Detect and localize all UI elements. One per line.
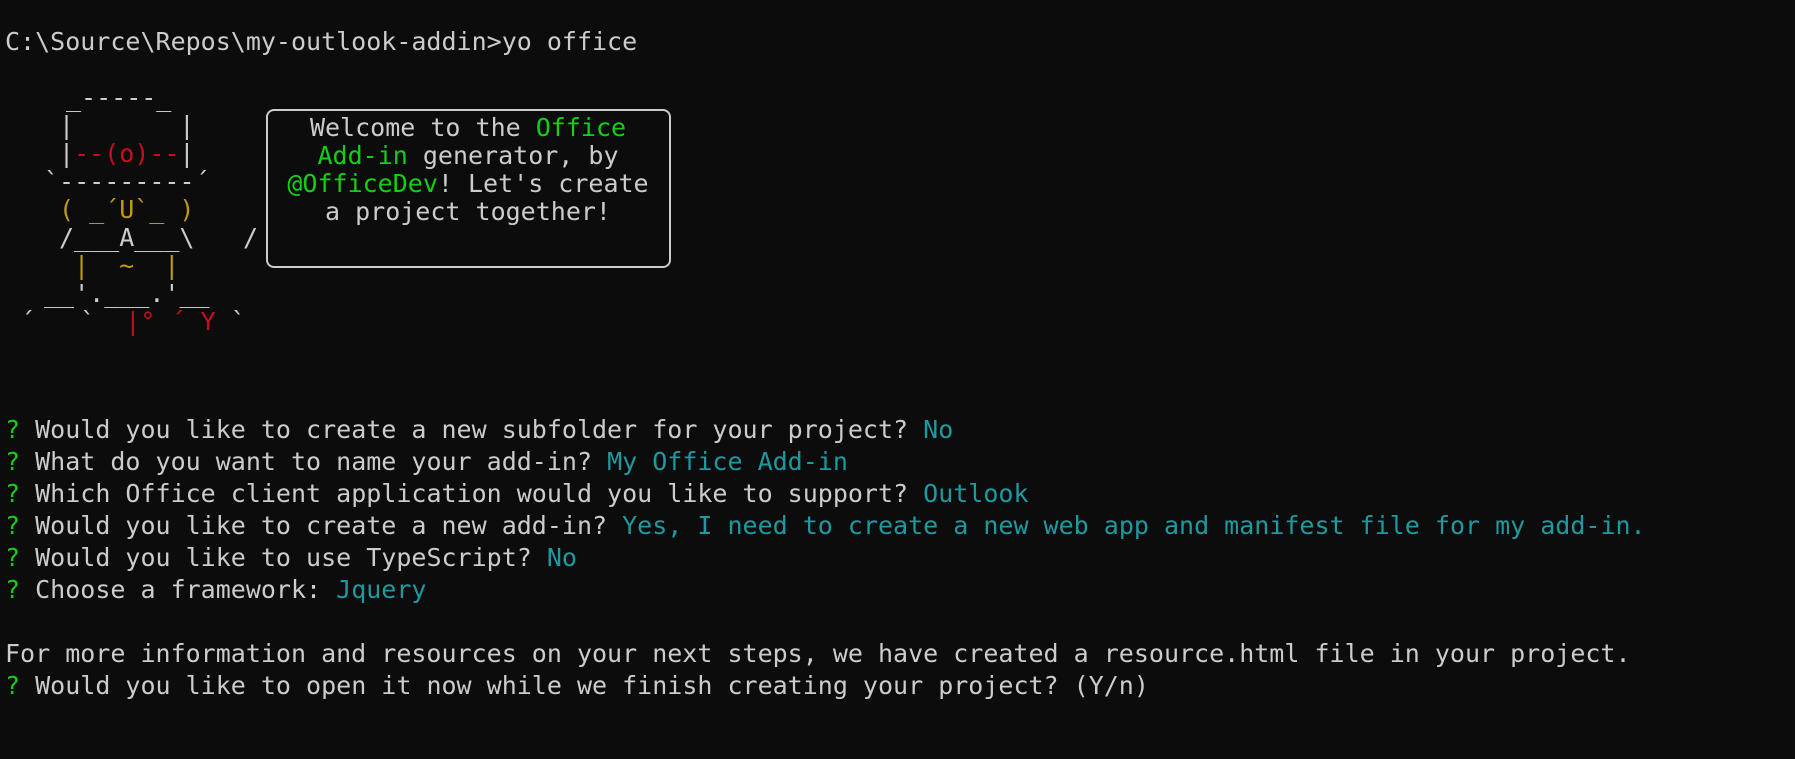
question-client-app: ? Which Office client application would … — [5, 479, 1029, 508]
question-framework: ? Choose a framework: Jquery — [5, 575, 427, 604]
answer-typescript: No — [546, 543, 577, 572]
window-edge — [1795, 0, 1801, 759]
answer-framework: Jquery — [336, 575, 427, 604]
command-prompt-line: C:\Source\Repos\my-outlook-addin>yo offi… — [5, 26, 637, 58]
question-addin-name: ? What do you want to name your add-in? … — [5, 447, 848, 476]
question-new-addin: ? Would you like to create a new add-in?… — [5, 511, 1646, 540]
question-open-resource[interactable]: ? Would you like to open it now while we… — [5, 670, 1149, 702]
prompt-path: C:\Source\Repos\my-outlook-addin> — [5, 27, 502, 56]
answer-client-app: Outlook — [923, 479, 1029, 508]
prompt-command: yo office — [501, 27, 638, 56]
welcome-line-4: a project together! — [325, 197, 611, 226]
info-resource-line: For more information and resources on yo… — [5, 639, 1631, 668]
answer-subfolder: No — [923, 415, 954, 444]
question-subfolder: ? Would you like to create a new subfold… — [5, 415, 954, 444]
art-feet: ´ ` |° ´ Y ` — [20, 307, 246, 336]
art-pointer: / — [243, 223, 259, 252]
terminal-window[interactable]: C:\Source\Repos\my-outlook-addin>yo offi… — [0, 0, 1801, 759]
question-typescript: ? Would you like to use TypeScript? No — [5, 543, 577, 572]
answer-addin-name: My Office Add-in — [607, 447, 848, 476]
answer-new-addin: Yes, I need to create a new web app and … — [622, 511, 1646, 540]
